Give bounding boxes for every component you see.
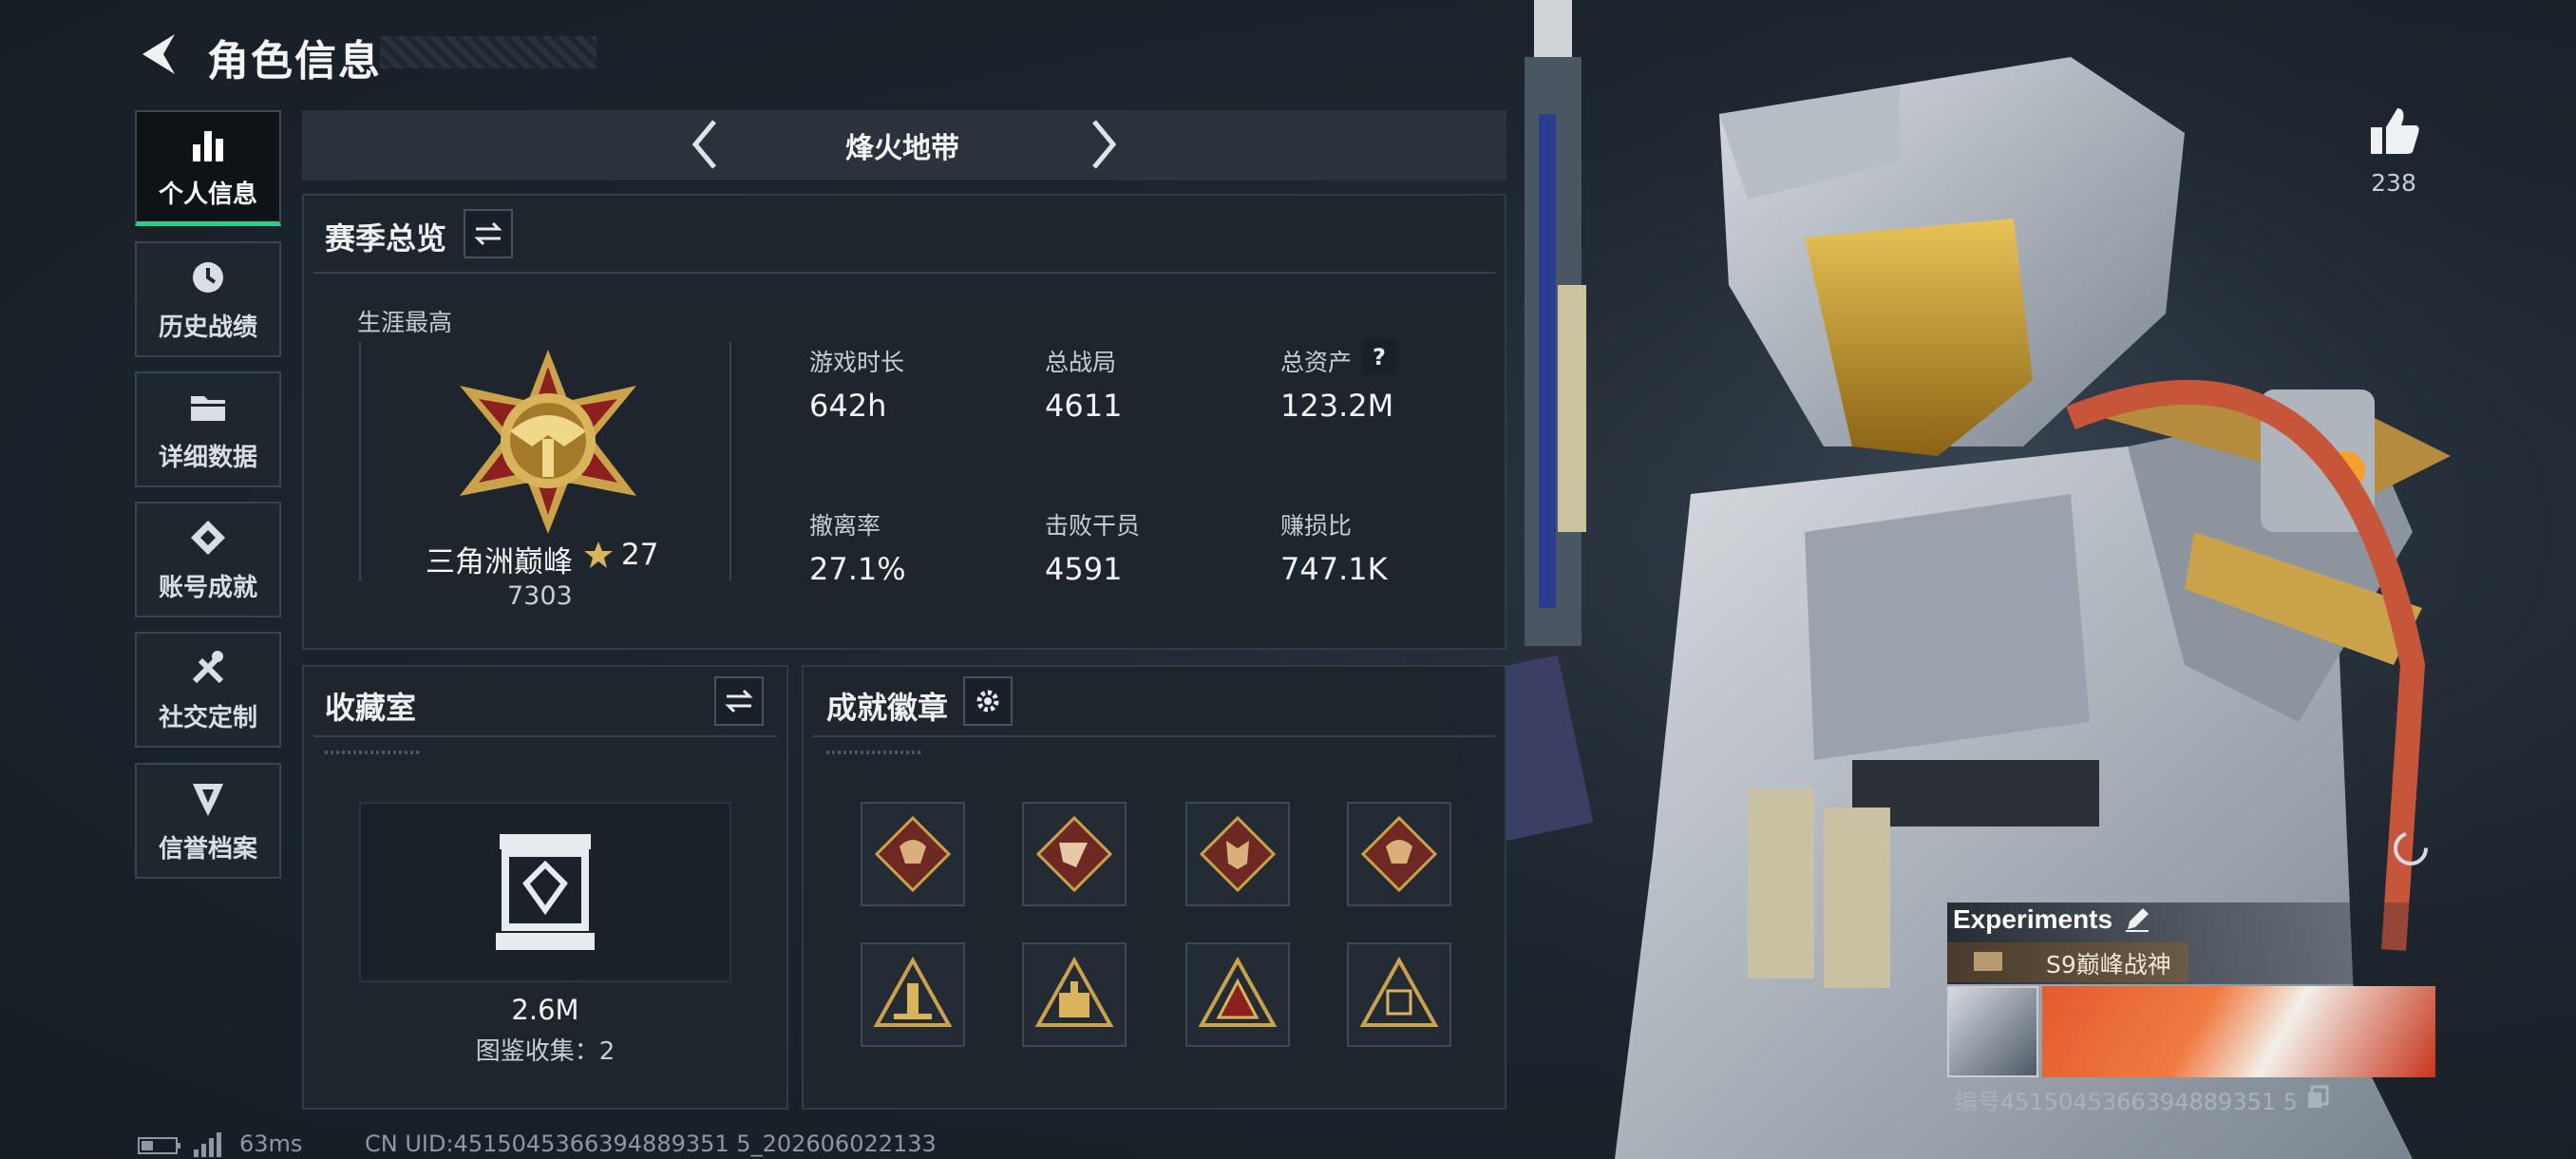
dragon-badge-icon <box>1360 815 1438 893</box>
divider-dots <box>826 750 921 754</box>
title-tag-label: S9巅峰战神 <box>2046 951 2171 978</box>
bar-chart-icon <box>193 131 223 162</box>
divider <box>313 735 777 737</box>
wolf-badge-icon <box>1199 815 1277 893</box>
badge-slot[interactable] <box>861 942 965 1047</box>
sidebar-item-detailed-data[interactable]: 详细数据 <box>135 371 281 487</box>
badge-slot[interactable] <box>861 802 965 906</box>
mode-title: 烽火地带 <box>845 132 959 165</box>
achievement-icon <box>191 520 225 555</box>
sidebar-item-label: 信誉档案 <box>158 834 257 864</box>
collection-count: 图鉴收集：2 <box>475 1037 616 1066</box>
badge-slot[interactable] <box>1347 942 1451 1047</box>
signal-icon <box>194 1132 221 1157</box>
back-arrow-icon[interactable] <box>133 28 184 80</box>
star-icon <box>584 542 613 568</box>
sidebar-item-history[interactable]: 历史战绩 <box>135 241 281 357</box>
badges-title: 成就徽章 <box>826 690 949 726</box>
career-best-label: 生涯最高 <box>357 309 453 336</box>
player-name: Experiments <box>1953 904 2113 934</box>
rank-emblem-icon <box>460 350 636 534</box>
divider-dots <box>325 750 420 754</box>
page-title: 角色信息 <box>207 37 382 86</box>
battery-icon <box>138 1137 180 1154</box>
stat-value-profit-loss-ratio: 747.1K <box>1280 551 1388 587</box>
divider <box>313 272 1495 274</box>
badge-slot[interactable] <box>1022 802 1127 906</box>
rank-stars: 27 <box>621 538 659 572</box>
stat-value-total-matches: 4611 <box>1045 388 1123 424</box>
tower-badge-icon <box>873 956 953 1027</box>
badge-slot[interactable] <box>1185 802 1290 906</box>
tools-icon <box>192 650 224 683</box>
sidebar-item-label: 个人信息 <box>158 180 257 209</box>
badge-slot[interactable] <box>1022 942 1127 1047</box>
swap-icon <box>725 689 753 713</box>
sidebar-item-social-custom[interactable]: 社交定制 <box>135 632 281 748</box>
folder-icon <box>191 395 225 421</box>
switch-collection-button[interactable] <box>714 676 764 726</box>
chevron-left-icon[interactable] <box>686 116 724 173</box>
name-card-banner[interactable] <box>2042 986 2435 1077</box>
stat-label-total-matches: 总战局 <box>1045 349 1117 376</box>
season-badge-icon <box>1359 956 1439 1027</box>
sidebar-item-credit-record[interactable]: 信誉档案 <box>135 763 281 879</box>
stat-label-profit-loss-ratio: 赚损比 <box>1280 512 1353 540</box>
fortress-badge-icon <box>1034 956 1114 1027</box>
switch-season-button[interactable] <box>464 209 513 258</box>
edit-pencil-icon[interactable] <box>2124 906 2150 933</box>
stat-label-operators-defeated: 击败干员 <box>1045 512 1141 540</box>
pyramid-badge-icon <box>1198 956 1278 1027</box>
history-icon <box>193 261 223 293</box>
uid-readout: CN UID:4515045366394889351 5_20260602213… <box>365 1130 937 1157</box>
thumbs-up-icon[interactable] <box>2369 106 2420 156</box>
divider <box>813 735 1495 737</box>
sidebar-item-label: 账号成就 <box>158 573 257 602</box>
gear-icon <box>976 690 999 712</box>
dragon-badge-icon <box>874 815 952 893</box>
player-id: 编号4515045366394889351 5 <box>1955 1089 2299 1115</box>
rank-score: 7303 <box>507 581 573 611</box>
sidebar-item-achievements[interactable]: 账号成就 <box>135 502 281 618</box>
sidebar-item-personal-info[interactable]: 个人信息 <box>135 110 281 226</box>
assets-help-button[interactable]: ? <box>1362 340 1396 374</box>
stat-value-total-assets: 123.2M <box>1280 388 1394 424</box>
likes-count: 238 <box>2371 169 2416 197</box>
stat-value-playtime: 642h <box>809 388 887 424</box>
stat-label-playtime: 游戏时长 <box>809 349 905 376</box>
title-tag-emblem-icon <box>1974 952 2002 971</box>
season-overview-title: 赛季总览 <box>325 220 447 256</box>
sidebar-item-label: 详细数据 <box>158 443 257 472</box>
swap-icon <box>474 221 502 246</box>
rank-name: 三角洲巅峰 <box>426 545 573 580</box>
stat-value-operators-defeated: 4591 <box>1045 551 1123 587</box>
badges-settings-button[interactable] <box>963 676 1013 726</box>
soldier-badge-icon <box>1035 815 1113 893</box>
title-decoration <box>380 36 597 68</box>
stat-value-extraction-rate: 27.1% <box>809 551 906 587</box>
chevron-right-icon[interactable] <box>1085 116 1123 173</box>
ping-readout: 63ms <box>239 1130 303 1157</box>
stat-label-extraction-rate: 撤离率 <box>809 512 881 540</box>
stat-label-total-assets: 总资产 <box>1280 349 1353 376</box>
collection-value: 2.6M <box>511 994 579 1026</box>
collection-title: 收藏室 <box>325 690 417 726</box>
badge-slot[interactable] <box>1185 942 1290 1047</box>
avatar[interactable] <box>1947 986 2038 1077</box>
credit-icon <box>193 783 223 816</box>
copy-icon[interactable] <box>2306 1085 2329 1110</box>
display-case-icon <box>496 834 595 950</box>
badge-slot[interactable] <box>1347 802 1451 906</box>
sidebar-item-label: 社交定制 <box>158 703 257 732</box>
sidebar-item-label: 历史战绩 <box>158 313 257 342</box>
